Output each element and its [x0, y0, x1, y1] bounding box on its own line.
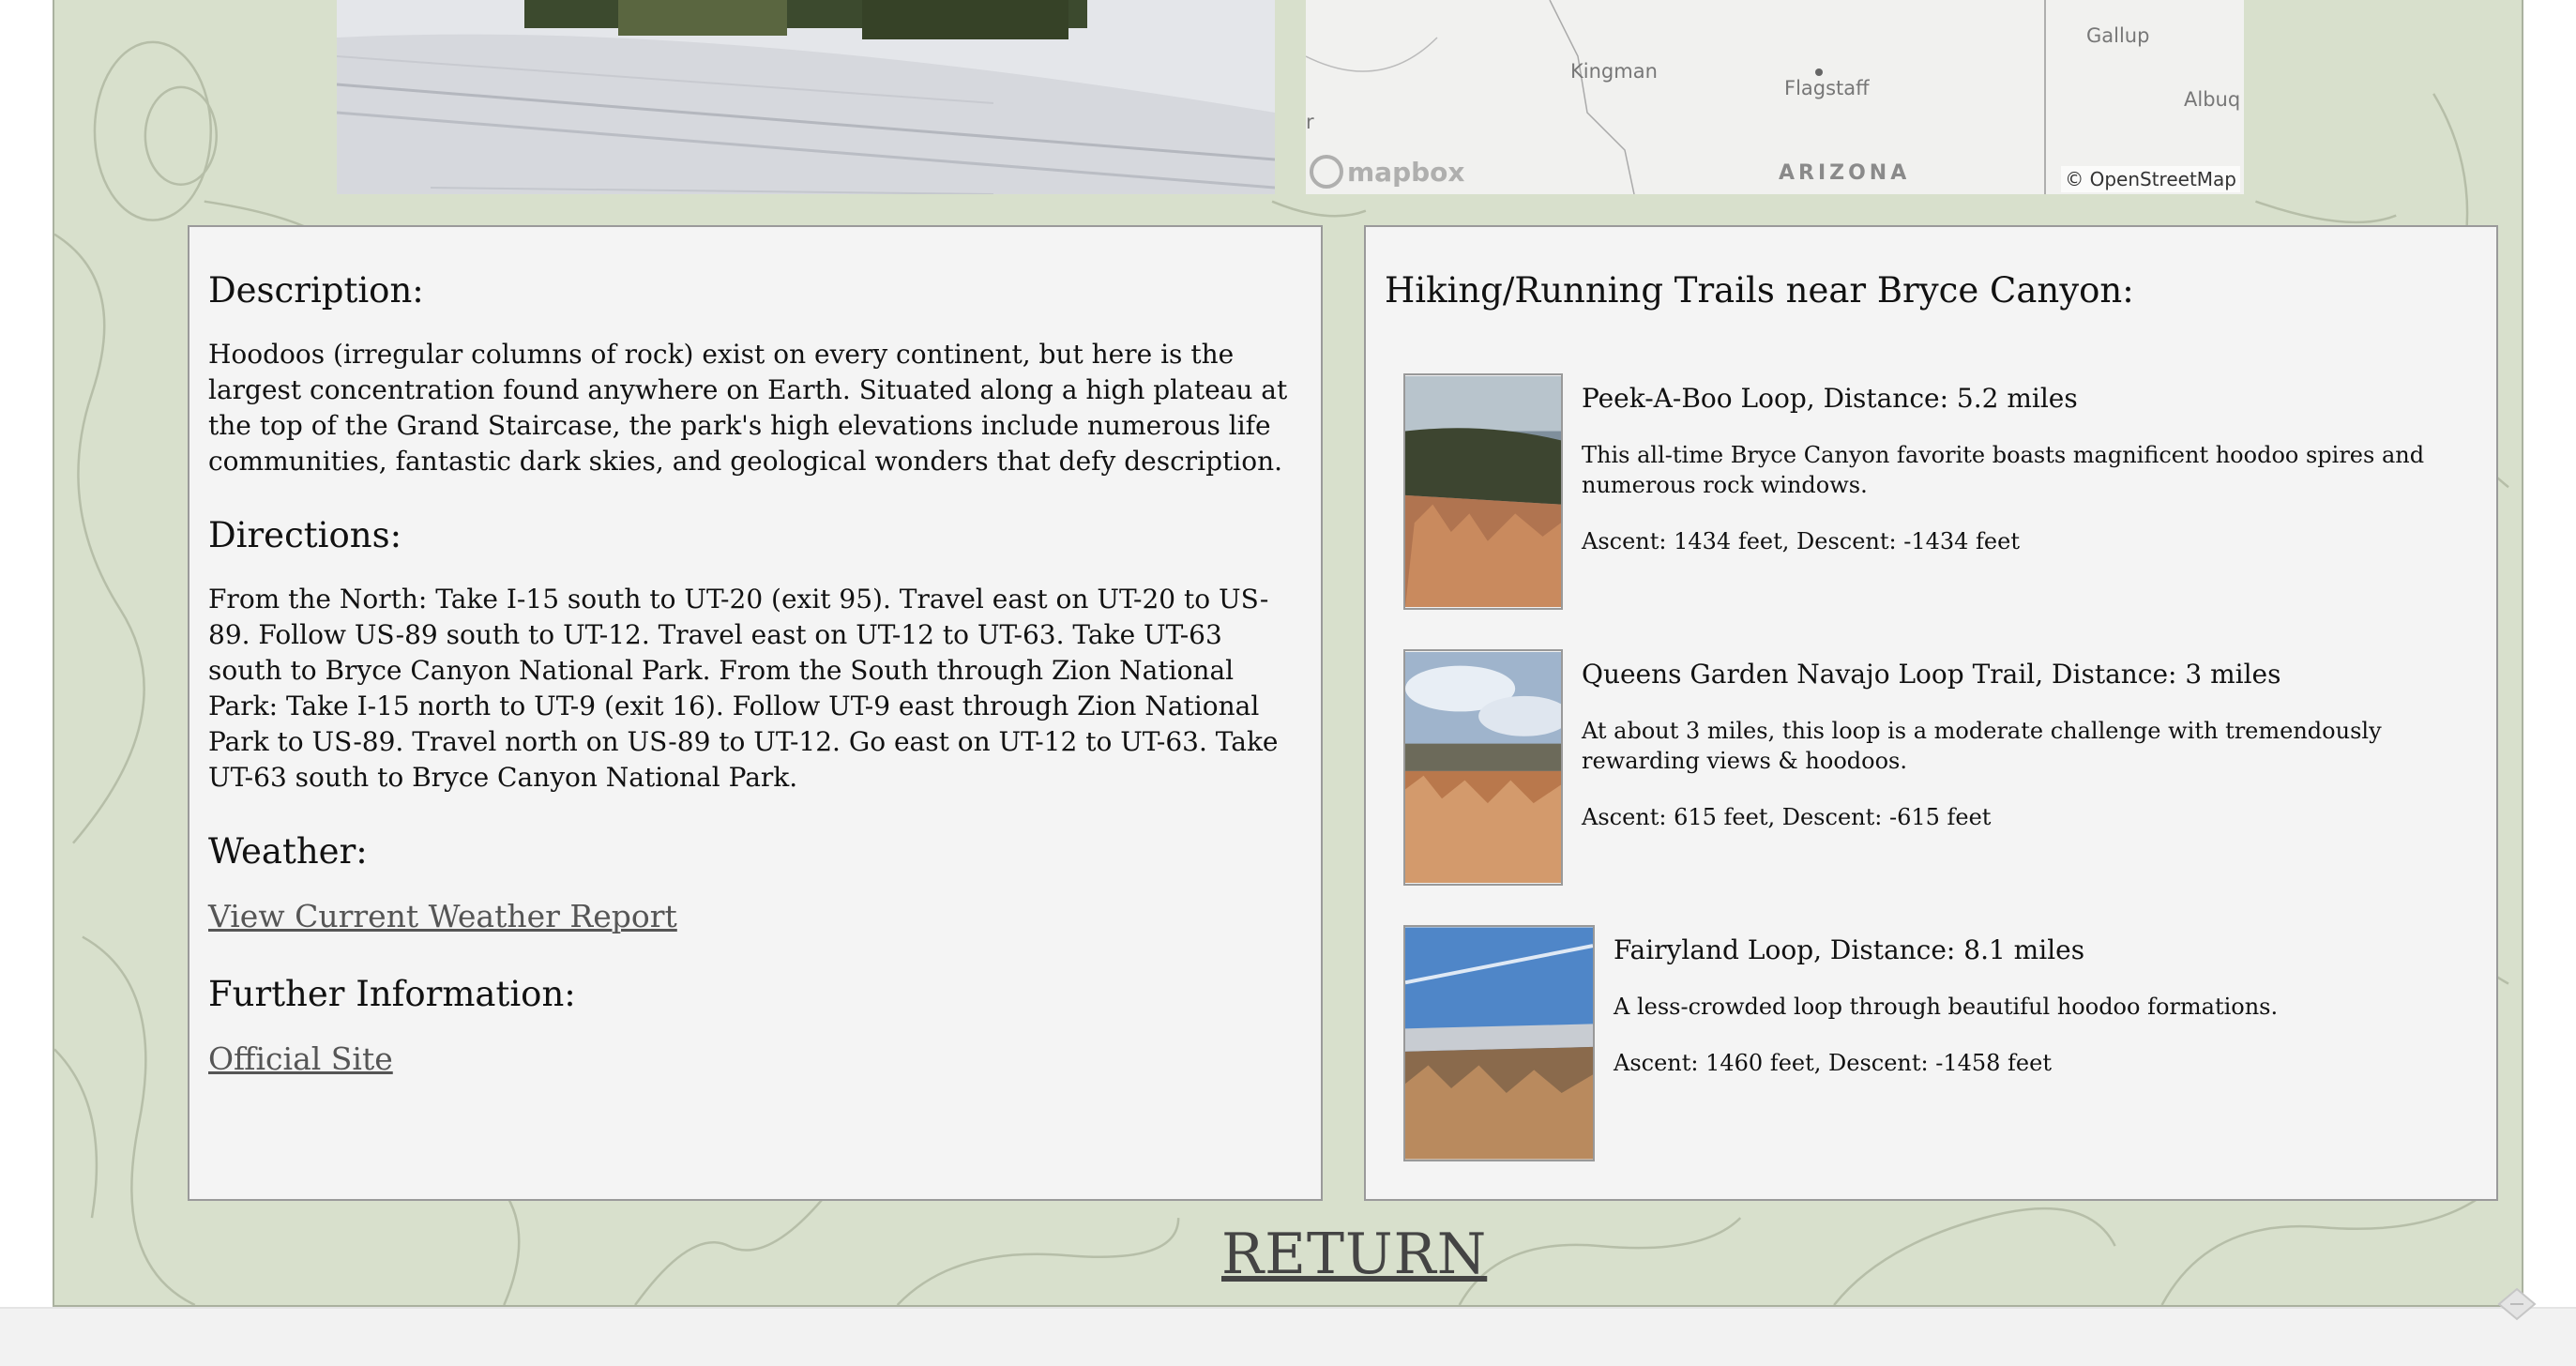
trail-title: Queens Garden Navajo Loop Trail, Distanc…: [1582, 659, 2281, 690]
page-background: Gallup Kingman Flagstaff Albuq r ARIZONA…: [53, 0, 2523, 1307]
mapbox-logo[interactable]: mapbox: [1310, 155, 1464, 189]
trail-description: At about 3 miles, this loop is a moderat…: [1582, 718, 2382, 774]
map-attribution-link[interactable]: © OpenStreetMap: [2061, 166, 2240, 192]
trail-card[interactable]: Peek-A-Boo Loop, Distance: 5.2 miles Thi…: [1403, 373, 2463, 610]
return-link[interactable]: RETURN: [1221, 1222, 1487, 1287]
trail-photo: [1403, 649, 1563, 886]
trail-card[interactable]: Fairyland Loop, Distance: 8.1 miles A le…: [1403, 925, 2495, 1161]
diamond-icon[interactable]: [2495, 1285, 2538, 1323]
trails-heading: Hiking/Running Trails near Bryce Canyon:: [1385, 270, 2134, 311]
description-heading: Description:: [208, 270, 424, 311]
trail-title: Fairyland Loop, Distance: 8.1 miles: [1614, 934, 2085, 965]
trail-title: Peek-A-Boo Loop, Distance: 5.2 miles: [1582, 383, 2078, 414]
trail-stats: Ascent: 1434 feet, Descent: -1434 feet: [1582, 528, 2020, 554]
trail-stats: Ascent: 615 feet, Descent: -615 feet: [1582, 804, 1992, 830]
map-label-flagstaff: Flagstaff: [1784, 77, 1870, 99]
trail-description: This all-time Bryce Canyon favorite boas…: [1582, 442, 2425, 498]
official-site-link[interactable]: Official Site: [208, 1040, 393, 1077]
description-text: Hoodoos (irregular columns of rock) exis…: [208, 339, 1288, 477]
park-details-panel: Description: Hoodoos (irregular columns …: [188, 225, 1323, 1201]
trail-description: A less-crowded loop through beautiful ho…: [1614, 994, 2279, 1020]
map-label-gallup: Gallup: [2086, 24, 2150, 47]
trail-stats: Ascent: 1460 feet, Descent: -1458 feet: [1614, 1050, 2052, 1076]
map-label-partial: r: [1306, 111, 1314, 133]
directions-heading: Directions:: [208, 515, 402, 555]
area-map[interactable]: Gallup Kingman Flagstaff Albuq r ARIZONA…: [1306, 0, 2244, 194]
trail-photo: [1403, 373, 1563, 610]
map-label-kingman: Kingman: [1570, 60, 1658, 83]
weather-heading: Weather:: [208, 831, 368, 872]
weather-report-link[interactable]: View Current Weather Report: [208, 898, 677, 934]
browser-bottom-bar: [0, 1307, 2576, 1366]
park-photo: [337, 0, 1275, 194]
trails-panel: Hiking/Running Trails near Bryce Canyon:…: [1364, 225, 2498, 1201]
directions-text: From the North: Take I-15 south to UT-20…: [208, 584, 1279, 793]
mapbox-icon: [1310, 155, 1343, 189]
trail-photo: [1403, 925, 1595, 1161]
map-state-label: ARIZONA: [1779, 161, 1911, 185]
mapbox-logo-text: mapbox: [1347, 156, 1465, 188]
further-info-heading: Further Information:: [208, 974, 576, 1014]
trail-card[interactable]: Queens Garden Navajo Loop Trail, Distanc…: [1403, 649, 2463, 886]
map-label-albuq: Albuq: [2184, 88, 2241, 111]
